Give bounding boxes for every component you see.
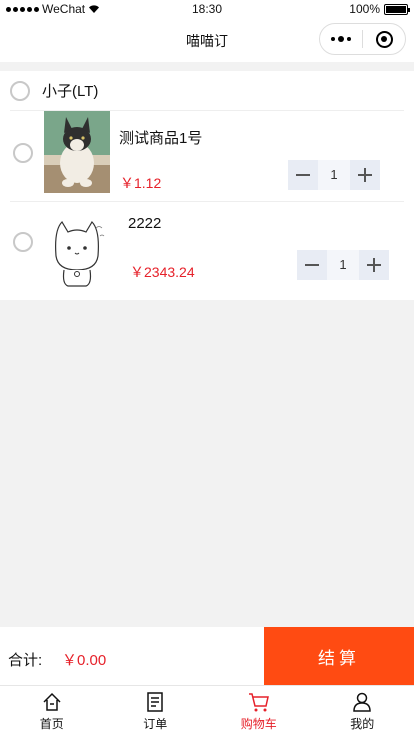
more-button[interactable] <box>320 24 362 54</box>
product-name[interactable]: 测试商品1号 <box>119 127 202 148</box>
shop-name: 小子(LT) <box>42 83 99 100</box>
order-icon <box>147 692 163 712</box>
cart-item: 2222 ￥2343.24 1 <box>10 202 404 300</box>
total-label: 合计: <box>8 652 43 669</box>
close-miniprogram-button[interactable] <box>363 24 405 54</box>
shop-header: 小子(LT) <box>10 71 404 111</box>
checkout-bar: 合计: ￥0.00 结算 <box>0 627 414 685</box>
decrease-button[interactable] <box>288 160 318 190</box>
product-name[interactable]: 2222 <box>128 215 161 232</box>
navigation-bar: 喵喵订 <box>0 18 414 62</box>
tab-label: 首页 <box>39 717 64 731</box>
home-icon <box>43 692 61 711</box>
tab-profile[interactable]: 我的 <box>311 686 414 732</box>
user-icon <box>353 692 372 712</box>
tab-label: 订单 <box>143 717 168 731</box>
decrease-button[interactable] <box>297 250 327 280</box>
product-image[interactable] <box>44 111 110 193</box>
battery-icon <box>384 3 410 15</box>
tab-bar: 首页 订单 购物车 我的 <box>0 685 414 732</box>
item-select-radio[interactable] <box>13 143 33 163</box>
plus-icon <box>367 258 381 272</box>
cart-icon <box>248 693 269 712</box>
status-bar: WeChat 18:30 100% <box>0 0 414 18</box>
tab-label: 购物车 <box>240 717 277 731</box>
quantity-value[interactable]: 1 <box>327 250 359 280</box>
increase-button[interactable] <box>359 250 389 280</box>
tab-home[interactable]: 首页 <box>0 686 104 732</box>
miniprogram-capsule <box>319 23 406 55</box>
product-price: ￥1.12 <box>120 175 162 191</box>
quantity-value[interactable]: 1 <box>318 160 350 190</box>
shop-select-radio[interactable] <box>10 80 30 101</box>
product-price: ￥2343.24 <box>130 264 195 280</box>
total-value: ￥0.00 <box>62 652 107 669</box>
minus-icon <box>296 174 310 176</box>
plus-icon <box>358 168 372 182</box>
cart-item: 测试商品1号 ￥1.12 1 <box>10 111 404 202</box>
battery-percent: 100% <box>349 2 380 16</box>
item-select-radio[interactable] <box>13 232 33 252</box>
increase-button[interactable] <box>350 160 380 190</box>
product-image[interactable] <box>44 208 110 290</box>
tab-cart[interactable]: 购物车 <box>207 686 311 732</box>
cart-list: 小子(LT) 测试商品1号 ￥1.12 1 2222 ￥2343.24 1 <box>0 71 414 300</box>
tab-orders[interactable]: 订单 <box>104 686 208 732</box>
minus-icon <box>305 264 319 266</box>
quantity-stepper: 1 <box>297 250 389 280</box>
more-dots-icon <box>331 37 335 41</box>
target-icon <box>375 30 393 48</box>
battery-status: 100% <box>349 2 410 16</box>
checkout-button[interactable]: 结算 <box>264 627 414 685</box>
quantity-stepper: 1 <box>288 160 380 190</box>
tab-label: 我的 <box>350 717 375 731</box>
